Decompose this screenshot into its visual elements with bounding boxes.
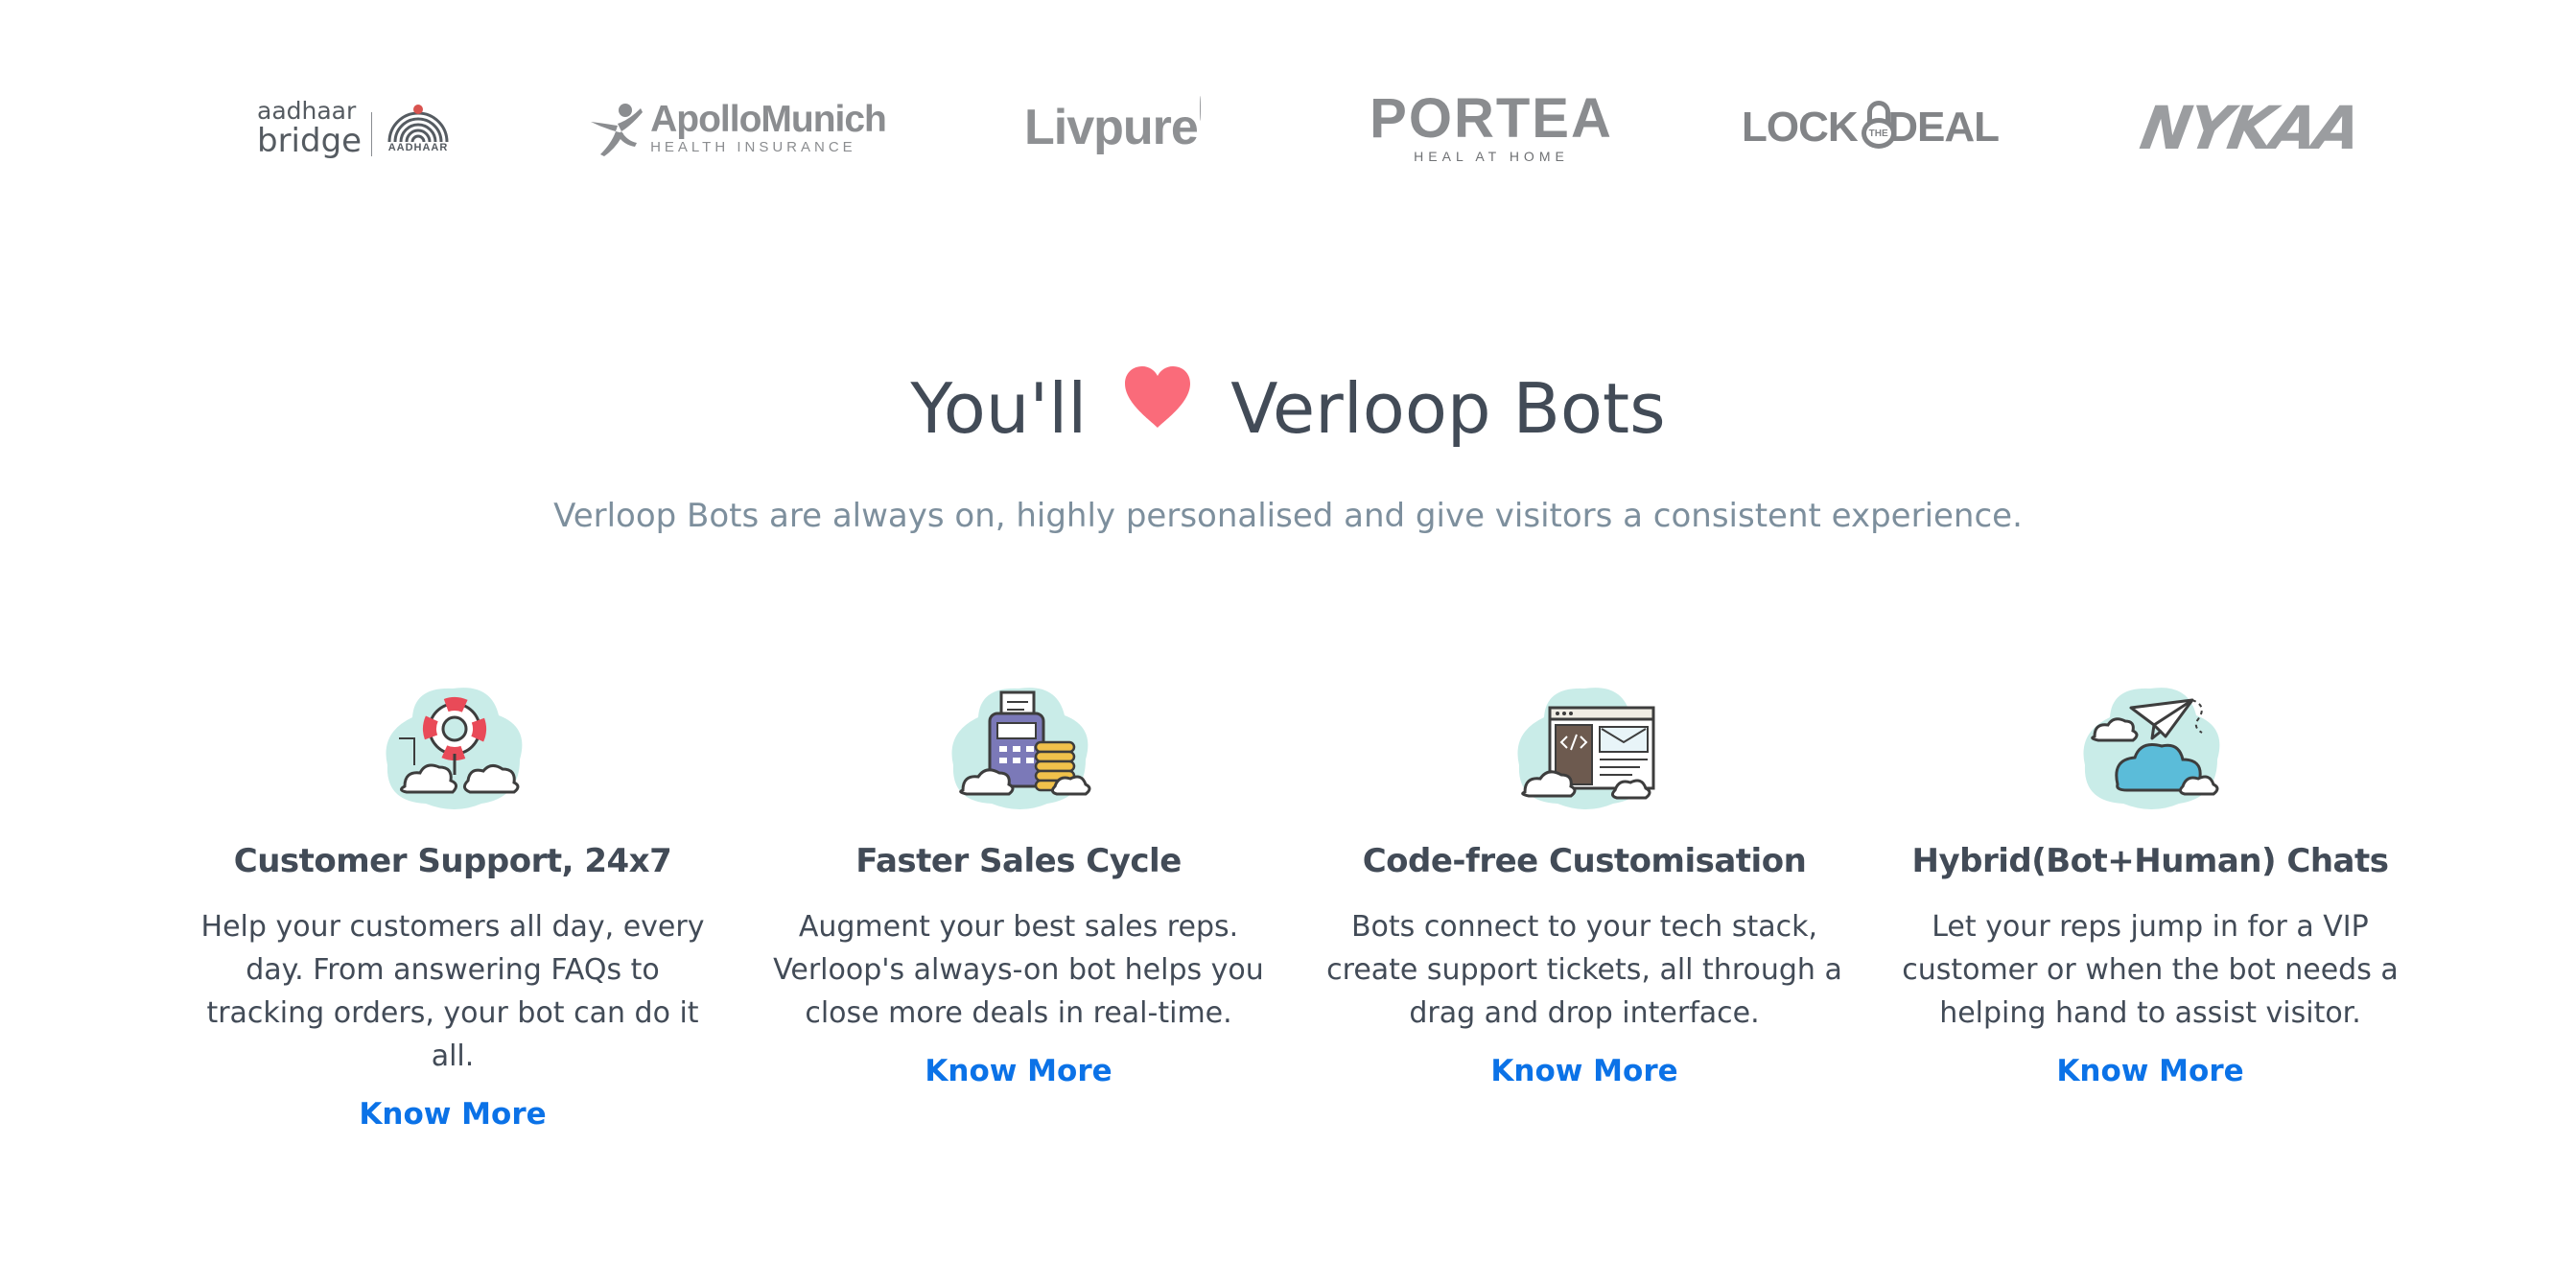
section-heading: You'll Verloop Bots: [0, 366, 2576, 449]
nykaa-logo-text: NYKAA: [2135, 92, 2365, 163]
aadhaar-bridge-logo: aadhaar bridge AADHAAR: [257, 84, 455, 171]
lock-logo-middle: THE: [1868, 128, 1888, 139]
portea-logo-sub: HEAL AT HOME: [1414, 149, 1569, 164]
aadhaar-logo-line2: bridge: [257, 121, 363, 160]
logo-divider: [371, 112, 372, 156]
livpure-logo-text: Livpure: [1024, 100, 1199, 155]
lock-logo-right: DEAL: [1887, 104, 2000, 151]
heading-after: Verloop Bots: [1230, 368, 1666, 449]
nykaa-logo: NYKAA: [2136, 84, 2365, 171]
lifebuoy-cloud-icon: [386, 688, 523, 809]
feature-title: Hybrid(Bot+Human) Chats: [1911, 842, 2389, 880]
browser-code-icon: [1517, 688, 1655, 809]
feature-hybrid-chats: Hybrid(Bot+Human) Chats Let your reps ju…: [1872, 679, 2428, 1088]
paper-plane-cloud-icon: [2083, 688, 2220, 809]
know-more-link[interactable]: Know More: [359, 1097, 546, 1132]
apollo-logo-name: ApolloMunich: [650, 99, 887, 140]
know-more-link[interactable]: Know More: [925, 1054, 1112, 1088]
apollo-munich-logo: ApolloMunich HEALTH INSURANCE: [587, 84, 887, 171]
feature-description: Help your customers all day, every day. …: [200, 910, 705, 1073]
heart-icon: [1125, 366, 1191, 428]
client-logos-strip: aadhaar bridge AADHAAR ApolloMunich HEAL…: [0, 84, 2576, 171]
feature-title: Faster Sales Cycle: [855, 842, 1182, 880]
lock-the-deal-logo: LOCK THE DEAL: [1742, 84, 2000, 171]
know-more-link[interactable]: Know More: [2056, 1054, 2243, 1088]
livpure-logo: Livpure: [1024, 84, 1220, 171]
heading-before: You'll: [910, 368, 1088, 449]
payment-terminal-coins-icon: [951, 688, 1091, 809]
feature-title: Customer Support, 24x7: [233, 842, 672, 880]
lock-logo-left: LOCK: [1742, 104, 1859, 151]
feature-customer-support: Customer Support, 24x7 Help your custome…: [175, 679, 731, 1132]
feature-code-free: Code-free Customisation Bots connect to …: [1306, 679, 1862, 1088]
apollo-logo-sub: HEALTH INSURANCE: [650, 139, 856, 155]
livpure-drop-icon: [1199, 96, 1220, 121]
feature-description: Bots connect to your tech stack, create …: [1326, 910, 1842, 1030]
feature-description: Augment your best sales reps. Verloop's …: [773, 910, 1264, 1030]
portea-logo-text: PORTEA: [1370, 87, 1613, 150]
fingerprint-icon: [387, 105, 449, 143]
padlock-icon: THE: [1860, 101, 1896, 149]
portea-logo: PORTEA HEAL AT HOME: [1370, 84, 1611, 171]
know-more-link[interactable]: Know More: [1490, 1054, 1677, 1088]
aadhaar-mark-label: AADHAAR: [387, 142, 449, 153]
feature-sales-cycle: Faster Sales Cycle Augment your best sal…: [740, 679, 1297, 1088]
section-subtitle: Verloop Bots are always on, highly perso…: [553, 497, 2023, 535]
aadhaar-logo-line1: aadhaar: [257, 96, 357, 125]
apollo-figure-icon: [591, 104, 644, 156]
feature-title: Code-free Customisation: [1362, 842, 1807, 880]
feature-description: Let your reps jump in for a VIP customer…: [1902, 910, 2399, 1030]
